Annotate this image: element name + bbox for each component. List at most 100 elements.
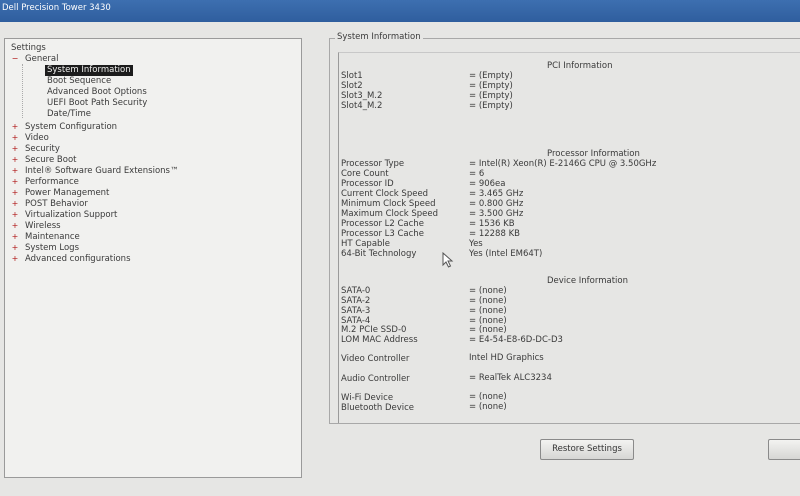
tree-node-intel-sgx[interactable]: + Intel® Software Guard Extensions™ (11, 165, 179, 176)
info-label: Core Count (341, 169, 389, 179)
info-label: Processor ID (341, 179, 394, 189)
tree-item-date-time[interactable]: Date/Time (47, 109, 91, 120)
info-value: Yes (469, 239, 483, 249)
info-value: = (none) (469, 296, 507, 306)
title-bar: Dell Precision Tower 3430 (0, 0, 800, 22)
collapse-icon[interactable]: − (11, 53, 19, 64)
info-label: Processor L2 Cache (341, 219, 424, 229)
info-value: = E4-54-E8-6D-DC-D3 (469, 335, 563, 345)
tree-node-label: Video (25, 133, 49, 143)
tree-item-uefi-boot-path-security[interactable]: UEFI Boot Path Security (47, 98, 147, 109)
info-label: Slot2 (341, 81, 363, 91)
expand-icon[interactable]: + (11, 143, 19, 154)
tree-item-advanced-boot-options[interactable]: Advanced Boot Options (47, 87, 147, 98)
info-value: = 906ea (469, 179, 506, 189)
section-heading-processor: Processor Information (547, 149, 640, 159)
expand-icon[interactable]: + (11, 176, 19, 187)
settings-tree[interactable]: Settings − General System Information Boo… (4, 38, 302, 478)
section-heading-pci: PCI Information (547, 61, 613, 71)
tree-node-label: System Logs (25, 243, 80, 253)
info-value: = 0.800 GHz (469, 199, 524, 209)
info-label: Processor L3 Cache (341, 229, 424, 239)
info-value: Intel HD Graphics (469, 353, 544, 363)
info-value: = (Empty) (469, 101, 513, 111)
info-label: HT Capable (341, 239, 391, 249)
section-heading-device: Device Information (547, 276, 628, 286)
info-label: Processor Type (341, 159, 405, 169)
info-label: SATA-3 (341, 306, 371, 316)
tree-node-label: Advanced configurations (25, 254, 131, 264)
restore-settings-button[interactable]: Restore Settings (540, 439, 634, 460)
expand-icon[interactable]: + (11, 154, 19, 165)
tree-node-label: POST Behavior (25, 199, 88, 209)
info-label: Bluetooth Device (341, 403, 415, 413)
tree-connector (22, 64, 23, 118)
tree-node-system-logs[interactable]: + System Logs (11, 242, 79, 253)
info-value: = RealTek ALC3234 (469, 373, 552, 383)
expand-icon[interactable]: + (11, 165, 19, 176)
info-value: = 6 (469, 169, 485, 179)
tree-node-label: Wireless (25, 221, 61, 231)
window-title: Dell Precision Tower 3430 (2, 3, 111, 13)
tree-node-label: Security (25, 144, 60, 154)
tree-node-performance[interactable]: + Performance (11, 176, 79, 187)
expand-icon[interactable]: + (11, 231, 19, 242)
info-value: = 3.500 GHz (469, 209, 524, 219)
tree-node-security[interactable]: + Security (11, 143, 60, 154)
info-label: Minimum Clock Speed (341, 199, 436, 209)
info-label: Slot1 (341, 71, 363, 81)
info-label: 64-Bit Technology (341, 249, 417, 259)
expand-icon[interactable]: + (11, 132, 19, 143)
tree-node-maintenance[interactable]: + Maintenance (11, 231, 80, 242)
tree-node-wireless[interactable]: + Wireless (11, 220, 61, 231)
expand-icon[interactable]: + (11, 121, 19, 132)
tree-node-label: Maintenance (25, 232, 80, 242)
info-value: = (Empty) (469, 91, 513, 101)
info-label: M.2 PCIe SSD-0 (341, 325, 407, 335)
tree-node-label: Intel® Software Guard Extensions™ (25, 166, 179, 176)
expand-icon[interactable]: + (11, 187, 19, 198)
tree-node-general[interactable]: − General (11, 53, 59, 64)
info-value: Yes (Intel EM64T) (469, 249, 543, 259)
secondary-button[interactable] (768, 439, 800, 460)
info-label: Video Controller (341, 354, 410, 364)
tree-node-video[interactable]: + Video (11, 132, 49, 143)
expand-icon[interactable]: + (11, 253, 19, 264)
info-label: Slot3_M.2 (341, 91, 383, 101)
tree-node-label: Power Management (25, 188, 110, 198)
expand-icon[interactable]: + (11, 242, 19, 253)
tree-node-power-management[interactable]: + Power Management (11, 187, 110, 198)
info-value: = 12288 KB (469, 229, 520, 239)
tree-node-label: System Configuration (25, 122, 118, 132)
info-label: Maximum Clock Speed (341, 209, 439, 219)
tree-root-settings: Settings (11, 43, 46, 53)
tree-node-system-configuration[interactable]: + System Configuration (11, 121, 117, 132)
info-value: = (Empty) (469, 81, 513, 91)
info-value: = 3.465 GHz (469, 189, 524, 199)
tree-node-secure-boot[interactable]: + Secure Boot (11, 154, 77, 165)
expand-icon[interactable]: + (11, 198, 19, 209)
expand-icon[interactable]: + (11, 209, 19, 220)
tree-node-label: Virtualization Support (25, 210, 118, 220)
info-value: = 1536 KB (469, 219, 515, 229)
tree-item-boot-sequence[interactable]: Boot Sequence (47, 76, 111, 87)
info-value: = (none) (469, 325, 507, 335)
mouse-pointer-icon (442, 252, 454, 268)
info-label: SATA-0 (341, 286, 371, 296)
tree-node-label: General (25, 54, 59, 64)
info-value: = (Empty) (469, 71, 513, 81)
info-label: LOM MAC Address (341, 335, 418, 345)
tree-item-system-information[interactable]: System Information (45, 65, 133, 76)
info-label: Wi-Fi Device (341, 393, 394, 403)
info-value: = (none) (469, 286, 507, 296)
expand-icon[interactable]: + (11, 220, 19, 231)
tree-node-label: Performance (25, 177, 79, 187)
tree-node-virtualization-support[interactable]: + Virtualization Support (11, 209, 118, 220)
info-label: SATA-2 (341, 296, 371, 306)
info-value: = (none) (469, 402, 507, 412)
tree-node-post-behavior[interactable]: + POST Behavior (11, 198, 88, 209)
panel-title: System Information (335, 32, 423, 42)
tree-node-advanced-configurations[interactable]: + Advanced configurations (11, 253, 131, 264)
info-value: = Intel(R) Xeon(R) E-2146G CPU @ 3.50GHz (469, 159, 657, 169)
info-label: Audio Controller (341, 374, 410, 384)
